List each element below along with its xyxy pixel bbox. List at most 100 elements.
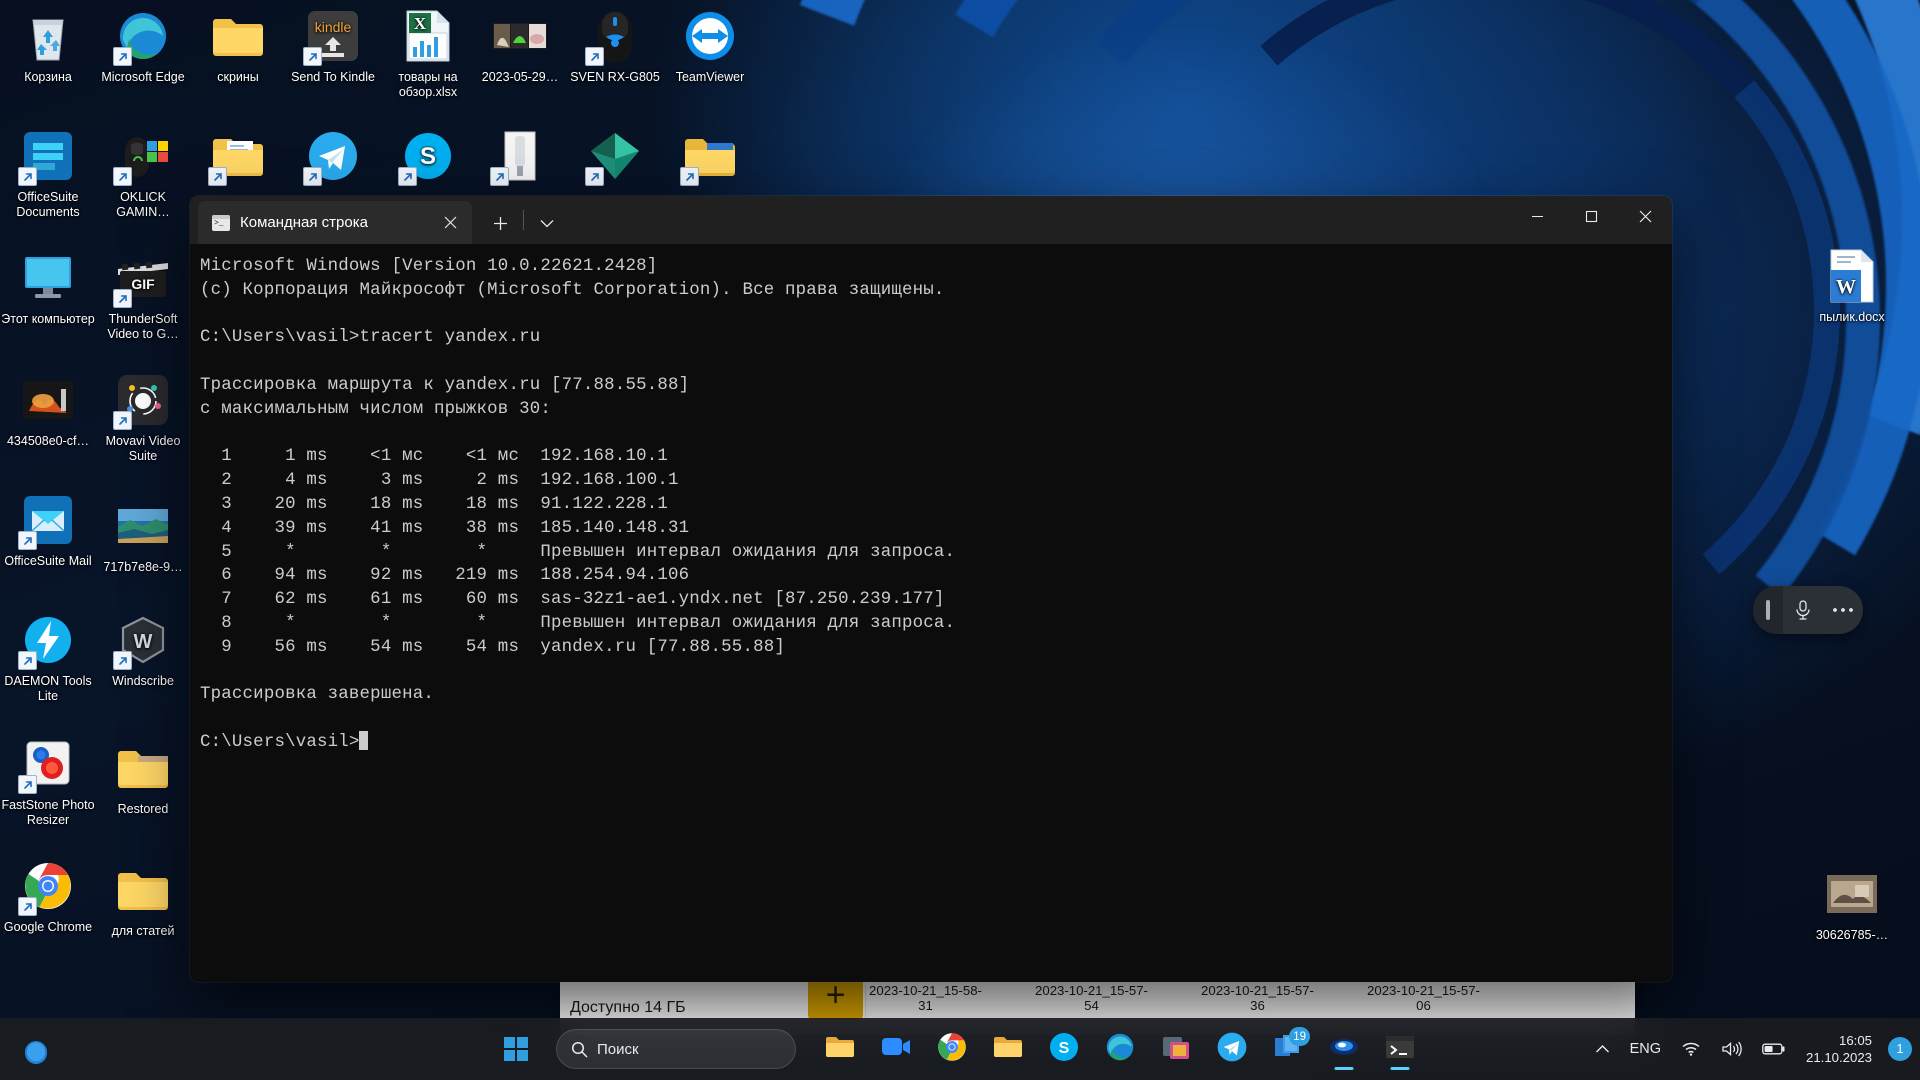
tab-title: Командная строка: [240, 214, 368, 231]
desktop-icon-label: Send To Kindle: [291, 70, 375, 84]
device-icon: [490, 128, 548, 186]
svg-text:W: W: [134, 631, 153, 653]
desktop-icon-word-document[interactable]: Wпылик.docx: [1804, 248, 1900, 325]
clock[interactable]: 16:05 21.10.2023: [1798, 1032, 1882, 1066]
desktop-icon-device[interactable]: [472, 128, 568, 190]
desktop-icon-windscribe[interactable]: W Windscribe: [95, 612, 191, 689]
shortcut-arrow-icon: [490, 167, 509, 186]
window-controls: [1510, 196, 1672, 244]
taskbar-item-edge[interactable]: [1096, 1025, 1144, 1073]
taskbar-item-movavi[interactable]: [1320, 1025, 1368, 1073]
desktop-icon-для-статей[interactable]: для статей: [95, 862, 191, 939]
taskbar-item-folder[interactable]: [984, 1025, 1032, 1073]
desktop-icon-skype[interactable]: S: [380, 128, 476, 190]
edge-icon: [1105, 1032, 1135, 1067]
taskbar-item-zoom[interactable]: [872, 1025, 920, 1073]
thumbnail-timestamp[interactable]: 2023-10-21_15-57-54: [1032, 980, 1151, 1013]
officesuite-documents-icon: [18, 128, 76, 186]
command-prompt-window[interactable]: Командная строка: [190, 196, 1672, 982]
folder-icon: [993, 1034, 1023, 1065]
command-prompt-icon: [1385, 1034, 1415, 1065]
desktop-icon-корзина[interactable]: Корзина: [0, 8, 96, 85]
desktop-icon-label: пылик.docx: [1819, 310, 1885, 324]
taskbar-item-store[interactable]: 19: [1264, 1025, 1312, 1073]
desktop-icon-label: FastStone Photo Resizer: [1, 798, 95, 827]
desktop-icon-2023-05-29[interactable]: 2023-05-29…: [472, 8, 568, 85]
battery-button[interactable]: [1754, 1027, 1794, 1071]
taskbar-item-screenshot-tool[interactable]: [1152, 1025, 1200, 1073]
desktop-icon-label: Microsoft Edge: [101, 70, 185, 84]
desktop-icon-google-chrome[interactable]: Google Chrome: [0, 858, 96, 935]
close-tab-button[interactable]: [434, 207, 466, 239]
wifi-button[interactable]: [1673, 1027, 1709, 1071]
toolbar-divider: [523, 210, 524, 230]
shortcut-arrow-icon: [18, 775, 37, 794]
desktop-icon-faststone-photo-resizer[interactable]: FastStone Photo Resizer: [0, 736, 96, 828]
desktop-icon-717b7e8e-9[interactable]: 717b7e8e-9…: [95, 498, 191, 575]
daemon-tools-icon: [18, 612, 76, 670]
desktop-icon-telegram[interactable]: [285, 128, 381, 190]
recycle-bin-icon: [20, 8, 76, 64]
desktop-icon-товары-на-обзор-xlsx[interactable]: Xтовары на обзор.xlsx: [380, 8, 476, 100]
taskbar-left: [12, 1018, 60, 1080]
desktop-icon-teamviewer[interactable]: TeamViewer: [662, 8, 758, 85]
maximize-button[interactable]: [1564, 196, 1618, 236]
desktop-icon-label: OfficeSuite Documents: [16, 190, 80, 219]
desktop-icon-sven-rx-g805[interactable]: SVEN RX-G805: [567, 8, 663, 85]
taskbar-item-command-prompt[interactable]: [1376, 1025, 1424, 1073]
volume-button[interactable]: [1713, 1027, 1750, 1071]
desktop-icon-folder-blue[interactable]: [662, 128, 758, 190]
desktop-icon-officesuite-documents[interactable]: OfficeSuite Documents: [0, 128, 96, 220]
desktop-icon-microsoft-edge[interactable]: Microsoft Edge: [95, 8, 191, 85]
search-box[interactable]: Поиск: [556, 1029, 796, 1069]
shortcut-arrow-icon: [18, 531, 37, 550]
desktop-icon-folder-doc[interactable]: [190, 128, 286, 190]
tab-command-prompt[interactable]: Командная строка: [198, 201, 472, 244]
edge-icon: [113, 8, 171, 66]
taskbar-item-file-explorer[interactable]: [816, 1025, 864, 1073]
desktop-icon-label: ThunderSoft Video to G…: [107, 312, 179, 341]
desktop-icon-movavi-video-suite[interactable]: Movavi Video Suite: [95, 372, 191, 464]
thumbnail-timestamp[interactable]: 2023-10-21_15-57-36: [1198, 980, 1317, 1013]
desktop-icon-этот-компьютер[interactable]: Этот компьютер: [0, 250, 96, 327]
desktop-icon-label: скрины: [217, 70, 259, 84]
taskbar-item-skype[interactable]: S: [1040, 1025, 1088, 1073]
desktop-icon-oklick-gamin[interactable]: OKLICK GAMIN…: [95, 128, 191, 220]
text-caret: [358, 730, 368, 750]
taskbar-item-copilot[interactable]: [12, 1025, 60, 1073]
notification-badge[interactable]: 1: [1888, 1037, 1912, 1061]
shortcut-arrow-icon: [113, 47, 132, 66]
desktop-icon-daemon-tools-lite[interactable]: DAEMON Tools Lite: [0, 612, 96, 704]
close-window-button[interactable]: [1618, 196, 1672, 236]
thumbnail-timestamp[interactable]: 2023-10-21_15-57-06: [1364, 980, 1483, 1013]
new-tab-button[interactable]: [482, 205, 518, 241]
microphone-button[interactable]: [1783, 586, 1822, 634]
desktop-icon-label: 434508e0-cf…: [6, 434, 89, 448]
shortcut-arrow-icon: [113, 411, 132, 430]
add-button[interactable]: +: [808, 980, 863, 1020]
language-indicator[interactable]: ENG: [1622, 1027, 1669, 1071]
photo-strip-icon: [492, 8, 548, 64]
console-output-area[interactable]: Microsoft Windows [Version 10.0.22621.24…: [190, 244, 1672, 982]
desktop-icon-officesuite-mail[interactable]: OfficeSuite Mail: [0, 492, 96, 569]
window-titlebar[interactable]: Командная строка: [190, 196, 1672, 244]
floating-mic-toolbar[interactable]: [1753, 586, 1863, 634]
show-hidden-icons-button[interactable]: [1587, 1027, 1618, 1071]
desktop-icon-скрины[interactable]: скрины: [190, 8, 286, 85]
taskbar[interactable]: Поиск S 19 ENG 16:05 21.10.2023 1: [0, 1018, 1920, 1080]
minimize-button[interactable]: [1510, 196, 1564, 236]
desktop-icon-434508e0-cf[interactable]: 434508e0-cf…: [0, 372, 96, 449]
tab-dropdown-button[interactable]: [529, 205, 565, 241]
desktop-icon-thundersoft-video-to-g[interactable]: GIF ThunderSoft Video to G…: [95, 250, 191, 342]
taskbar-item-chrome[interactable]: [928, 1025, 976, 1073]
taskbar-item-telegram[interactable]: [1208, 1025, 1256, 1073]
thumbnail-timestamp[interactable]: 2023-10-21_15-58-31: [866, 980, 985, 1013]
shortcut-arrow-icon: [113, 289, 132, 308]
desktop-icon-image-thumb2[interactable]: 30626785-…: [1804, 866, 1900, 943]
desktop-icon-gem[interactable]: [567, 128, 663, 190]
desktop-icon-send-to-kindle[interactable]: kindle Send To Kindle: [285, 8, 381, 85]
desktop-icon-restored[interactable]: Restored: [95, 740, 191, 817]
desktop-icon-label: Windscribe: [112, 674, 174, 688]
desktop-icon-label: 30626785-…: [1815, 928, 1889, 942]
start-button[interactable]: [490, 1025, 542, 1073]
